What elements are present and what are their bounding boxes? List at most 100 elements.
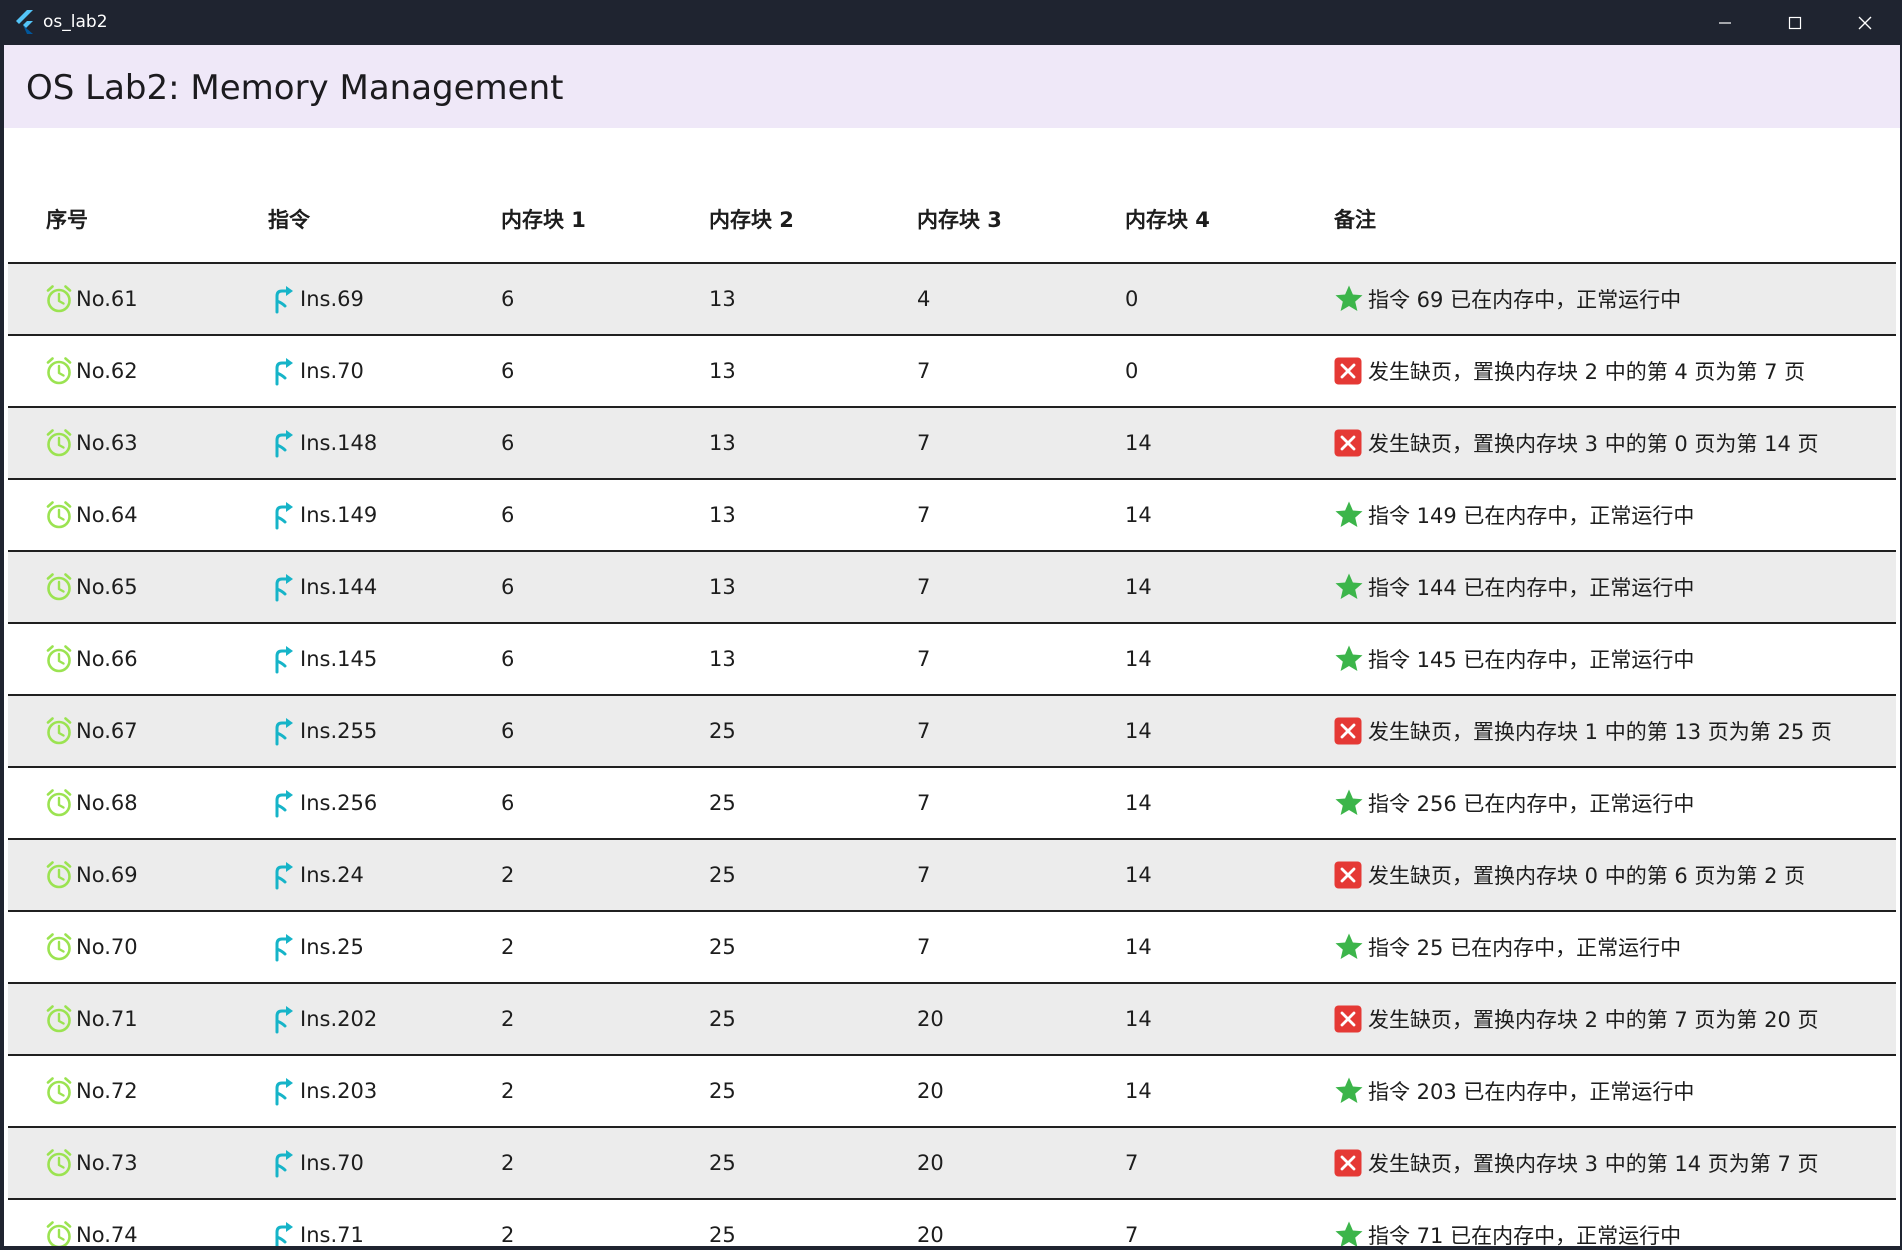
instruction-text: Ins.145: [300, 647, 378, 671]
cell-instruction: Ins.69: [270, 264, 364, 334]
table-row[interactable]: No.63 Ins.148 6 13 7 14 发生缺页，置换内存块 3 中的第…: [8, 408, 1896, 480]
cell-block-3: 20: [917, 1007, 944, 1031]
table-row[interactable]: No.68 Ins.256 6 25 7 14 指令 256 已在内存中，正常运…: [8, 768, 1896, 840]
cell-block-2: 13: [709, 575, 736, 599]
instruction-text: Ins.144: [300, 575, 378, 599]
table-row[interactable]: No.69 Ins.24 2 25 7 14 发生缺页，置换内存块 0 中的第 …: [8, 840, 1896, 912]
index-text: No.61: [76, 287, 138, 311]
table-row[interactable]: No.61 Ins.69 6 13 4 0 指令 69 已在内存中，正常运行中: [8, 264, 1896, 336]
instruction-text: Ins.149: [300, 503, 378, 527]
app-window: os_lab2 OS Lab2: Memory Management 序号 指令…: [0, 0, 1902, 1250]
page-fault-icon: [1334, 1005, 1362, 1033]
cell-block-3: 4: [917, 287, 931, 311]
cell-block-4: 14: [1125, 719, 1152, 743]
cell-block-1: 6: [501, 359, 515, 383]
page-fault-icon: [1334, 861, 1362, 889]
cell-block-2: 25: [709, 1151, 736, 1175]
page-fault-icon: [1334, 717, 1362, 745]
cell-index: No.71: [44, 984, 138, 1054]
cell-note: 指令 71 已在内存中，正常运行中: [1334, 1200, 1681, 1246]
app-title: OS Lab2: Memory Management: [26, 68, 564, 108]
cell-block-4: 14: [1125, 1007, 1152, 1031]
cell-instruction: Ins.148: [270, 408, 377, 478]
header-index: 序号: [46, 208, 88, 232]
table-row[interactable]: No.74 Ins.71 2 25 20 7 指令 71 已在内存中，正常运行中: [8, 1200, 1896, 1246]
header-block-2: 内存块 2: [709, 208, 794, 232]
cell-instruction: Ins.70: [270, 1128, 364, 1198]
cell-block-1: 6: [501, 791, 515, 815]
minimize-button[interactable]: [1690, 0, 1760, 45]
note-text: 指令 256 已在内存中，正常运行中: [1368, 792, 1695, 816]
instruction-text: Ins.25: [300, 935, 364, 959]
table-row[interactable]: No.73 Ins.70 2 25 20 7 发生缺页，置换内存块 3 中的第 …: [8, 1128, 1896, 1200]
cell-index: No.74: [44, 1200, 138, 1246]
cell-index: No.63: [44, 408, 138, 478]
cell-block-2: 25: [709, 719, 736, 743]
cell-instruction: Ins.255: [270, 696, 377, 766]
table-row[interactable]: No.62 Ins.70 6 13 7 0 发生缺页，置换内存块 2 中的第 4…: [8, 336, 1896, 408]
cell-block-3: 7: [917, 863, 931, 887]
instruction-text: Ins.71: [300, 1223, 364, 1246]
table-header: 序号 指令 内存块 1 内存块 2 内存块 3 内存块 4 备注: [8, 173, 1896, 264]
table-row[interactable]: No.71 Ins.202 2 25 20 14 发生缺页，置换内存块 2 中的…: [8, 984, 1896, 1056]
note-text: 发生缺页，置换内存块 2 中的第 4 页为第 7 页: [1368, 360, 1806, 384]
note-text: 指令 71 已在内存中，正常运行中: [1368, 1224, 1682, 1246]
maximize-button[interactable]: [1760, 0, 1830, 45]
note-text: 指令 25 已在内存中，正常运行中: [1368, 936, 1682, 960]
table-row[interactable]: No.70 Ins.25 2 25 7 14 指令 25 已在内存中，正常运行中: [8, 912, 1896, 984]
cell-block-1: 2: [501, 863, 515, 887]
star-icon: [1334, 500, 1364, 530]
cell-block-2: 25: [709, 1223, 736, 1246]
cell-note: 指令 203 已在内存中，正常运行中: [1334, 1056, 1694, 1126]
cell-block-4: 7: [1125, 1151, 1139, 1175]
cell-note: 发生缺页，置换内存块 2 中的第 7 页为第 20 页: [1334, 984, 1819, 1054]
close-button[interactable]: [1830, 0, 1900, 45]
table-row[interactable]: No.64 Ins.149 6 13 7 14 指令 149 已在内存中，正常运…: [8, 480, 1896, 552]
star-icon: [1334, 1220, 1364, 1246]
cell-block-3: 7: [917, 791, 931, 815]
index-text: No.74: [76, 1223, 138, 1246]
page-fault-icon: [1334, 1149, 1362, 1177]
note-text: 指令 203 已在内存中，正常运行中: [1368, 1080, 1695, 1104]
memory-table[interactable]: 序号 指令 内存块 1 内存块 2 内存块 3 内存块 4 备注 No.61 I…: [8, 173, 1896, 1246]
cell-index: No.68: [44, 768, 138, 838]
table-row[interactable]: No.67 Ins.255 6 25 7 14 发生缺页，置换内存块 1 中的第…: [8, 696, 1896, 768]
table-body: No.61 Ins.69 6 13 4 0 指令 69 已在内存中，正常运行中: [8, 264, 1896, 1246]
cell-index: No.64: [44, 480, 138, 550]
turn-right-arrow-icon: [270, 428, 296, 458]
app-bar: OS Lab2: Memory Management: [4, 45, 1900, 128]
cell-index: No.67: [44, 696, 138, 766]
header-block-1: 内存块 1: [501, 208, 586, 232]
cell-note: 发生缺页，置换内存块 3 中的第 14 页为第 7 页: [1334, 1128, 1819, 1198]
cell-block-2: 25: [709, 935, 736, 959]
instruction-text: Ins.203: [300, 1079, 378, 1103]
table-row[interactable]: No.72 Ins.203 2 25 20 14 指令 203 已在内存中，正常…: [8, 1056, 1896, 1128]
cell-instruction: Ins.25: [270, 912, 364, 982]
star-icon: [1334, 644, 1364, 674]
cell-note: 指令 144 已在内存中，正常运行中: [1334, 552, 1694, 622]
cell-block-3: 20: [917, 1079, 944, 1103]
cell-note: 发生缺页，置换内存块 0 中的第 6 页为第 2 页: [1334, 840, 1805, 910]
star-icon: [1334, 1076, 1364, 1106]
alarm-clock-icon: [44, 860, 74, 890]
window-titlebar[interactable]: os_lab2: [0, 0, 1902, 45]
index-text: No.65: [76, 575, 138, 599]
page-fault-icon: [1334, 429, 1362, 457]
cell-block-3: 7: [917, 575, 931, 599]
alarm-clock-icon: [44, 356, 74, 386]
cell-block-3: 7: [917, 935, 931, 959]
cell-note: 指令 149 已在内存中，正常运行中: [1334, 480, 1694, 550]
table-row[interactable]: No.66 Ins.145 6 13 7 14 指令 145 已在内存中，正常运…: [8, 624, 1896, 696]
cell-block-1: 6: [501, 719, 515, 743]
cell-block-4: 14: [1125, 863, 1152, 887]
cell-index: No.61: [44, 264, 138, 334]
cell-block-2: 25: [709, 791, 736, 815]
table-row[interactable]: No.65 Ins.144 6 13 7 14 指令 144 已在内存中，正常运…: [8, 552, 1896, 624]
index-text: No.66: [76, 647, 138, 671]
turn-right-arrow-icon: [270, 932, 296, 962]
cell-note: 指令 69 已在内存中，正常运行中: [1334, 264, 1681, 334]
alarm-clock-icon: [44, 572, 74, 602]
cell-block-2: 13: [709, 359, 736, 383]
cell-block-4: 14: [1125, 503, 1152, 527]
cell-note: 发生缺页，置换内存块 2 中的第 4 页为第 7 页: [1334, 336, 1805, 406]
